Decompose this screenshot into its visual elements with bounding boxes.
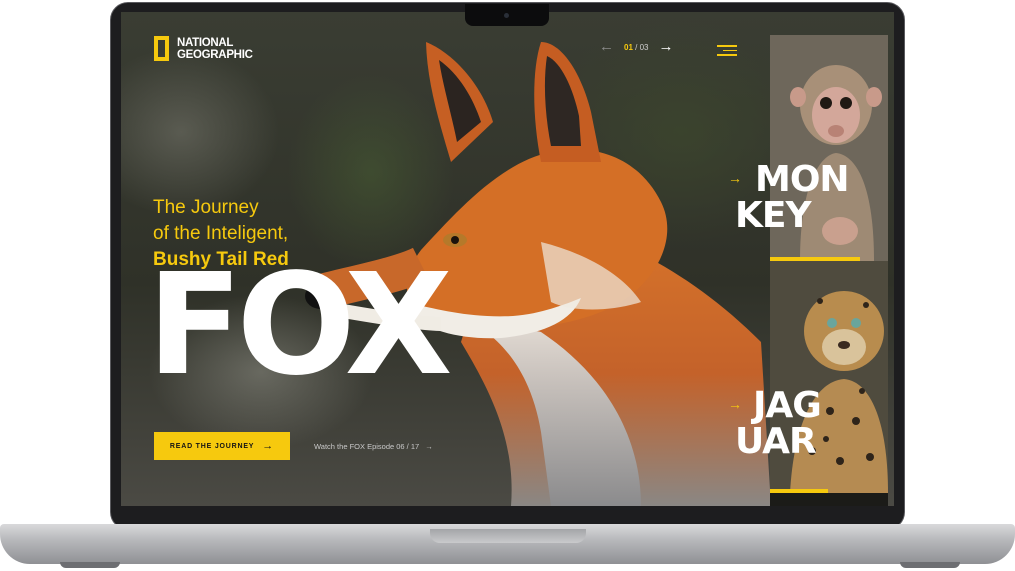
watch-episode-link[interactable]: Watch the FOX Episode 06 / 17 → bbox=[314, 442, 433, 451]
brand-name: NATIONAL GEOGRAPHIC bbox=[177, 36, 253, 61]
screen: NATIONAL GEOGRAPHIC ← 01 / 03 → The Jour… bbox=[121, 12, 894, 506]
arrow-right-icon: → bbox=[262, 440, 275, 452]
jaguar-underline bbox=[770, 489, 828, 493]
camera-notch bbox=[465, 4, 549, 26]
arrow-right-icon: → bbox=[728, 396, 742, 412]
read-journey-button[interactable]: READ THE JOURNEY → bbox=[154, 432, 290, 460]
camera-icon bbox=[504, 13, 509, 18]
hero-title: FOX bbox=[147, 244, 453, 407]
laptop-frame: NATIONAL GEOGRAPHIC ← 01 / 03 → The Jour… bbox=[0, 0, 1015, 571]
laptop-opening-notch bbox=[430, 529, 586, 543]
jaguar-label-line2[interactable]: UAR bbox=[735, 424, 817, 460]
arrow-right-icon[interactable]: → bbox=[659, 39, 674, 54]
monkey-label-line1[interactable]: MON bbox=[755, 162, 850, 198]
current-slide: 01 bbox=[624, 42, 633, 52]
laptop-foot bbox=[60, 562, 120, 568]
monkey-label-line2[interactable]: KEY bbox=[735, 198, 812, 234]
logo-frame-icon bbox=[154, 36, 169, 61]
jaguar-label-line1[interactable]: JAG bbox=[753, 388, 822, 424]
brand-logo[interactable]: NATIONAL GEOGRAPHIC bbox=[154, 36, 267, 61]
laptop-foot bbox=[900, 562, 960, 568]
arrow-left-icon[interactable]: ← bbox=[599, 39, 614, 54]
total-slides: 03 bbox=[639, 42, 649, 52]
hamburger-menu-icon[interactable] bbox=[717, 45, 737, 59]
slide-separator: / bbox=[635, 42, 638, 52]
arrow-right-icon: → bbox=[728, 170, 742, 186]
arrow-right-icon: → bbox=[425, 442, 433, 451]
slide-pager: ← 01 / 03 → bbox=[599, 39, 674, 54]
